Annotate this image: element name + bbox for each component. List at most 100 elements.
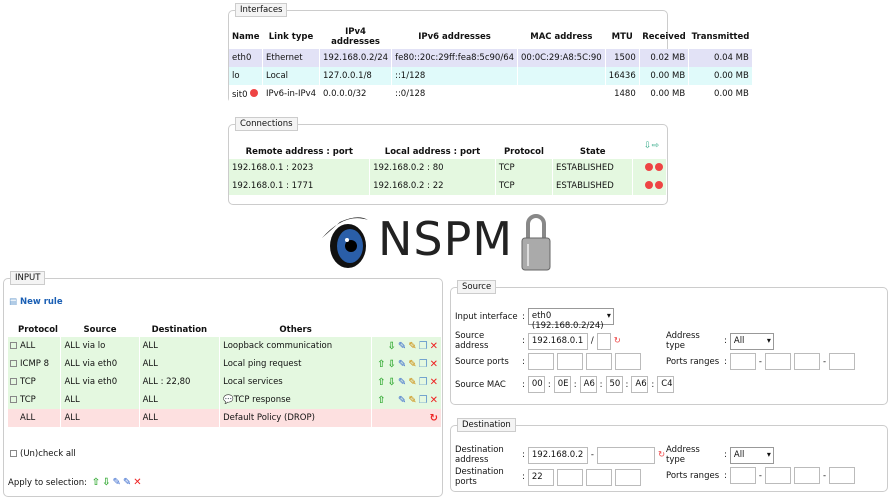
- interface-row[interactable]: lo Local 127.0.0.1/8::1/128 16436 0.00 MB 0.0…: [229, 67, 753, 85]
- move-up-icon[interactable]: ⇧: [92, 477, 100, 488]
- range-input[interactable]: [829, 353, 856, 370]
- delete-icon[interactable]: ✕: [133, 477, 141, 488]
- uncheck-all[interactable]: (Un)check all: [10, 449, 76, 459]
- move-up-icon[interactable]: ⇧: [377, 395, 385, 406]
- disable-icon[interactable]: ✎: [398, 377, 406, 388]
- source-port-input[interactable]: [585, 353, 612, 370]
- cell-text: ALL via eth0: [64, 377, 118, 387]
- kill-connection-icon[interactable]: [645, 180, 653, 189]
- rule-checkbox[interactable]: [10, 378, 17, 385]
- interface-row[interactable]: sit0 IPv6-in-IPv4 0.0.0.0/32::0/128 1480 0.0…: [229, 85, 753, 103]
- destination-mask-input[interactable]: [596, 446, 655, 464]
- connection-row[interactable]: 192.168.0.1 : 1771 192.168.0.2 : 22 TCP EST…: [229, 177, 667, 195]
- range-input[interactable]: [793, 353, 820, 370]
- mac-octet-input[interactable]: A6: [579, 376, 597, 393]
- delete-icon[interactable]: ✕: [430, 341, 438, 352]
- rule-cell: TCP: [8, 373, 62, 391]
- cell-text: ESTABLISHED: [555, 163, 614, 173]
- toggle-policy-icon[interactable]: ↻: [430, 413, 438, 424]
- source-mask-input[interactable]: [596, 332, 611, 350]
- disable-icon[interactable]: ✎: [398, 359, 406, 370]
- new-rule-icon: ▤: [9, 297, 18, 307]
- enable-icon[interactable]: ✎: [113, 477, 121, 488]
- rule-row[interactable]: TCPALLALL💬TCP response⇧⇩✎✎❐✕: [8, 391, 442, 409]
- range-input[interactable]: [793, 467, 820, 484]
- rule-row[interactable]: ALL ALL via lo ALL Loopback communication ⇧⇩…: [8, 337, 442, 355]
- new-rule-link[interactable]: ▤ New rule: [9, 297, 63, 307]
- uncheck-all-checkbox[interactable]: [10, 450, 17, 457]
- mac-octet-input[interactable]: A6: [631, 376, 649, 393]
- move-down-icon[interactable]: ⇩: [387, 341, 395, 352]
- kill-connection-icon[interactable]: [645, 162, 653, 171]
- edit-icon[interactable]: ✎: [408, 377, 416, 388]
- disable-icon[interactable]: ✎: [398, 395, 406, 406]
- rule-actions: ⇧⇩✎✎❐✕: [371, 355, 442, 373]
- edit-icon[interactable]: ✎: [408, 341, 416, 352]
- rule-cell: ALL: [8, 409, 62, 427]
- rule-row[interactable]: ALL ALL ALL Default Policy (DROP) ↻: [8, 409, 442, 427]
- rule-cell: TCP: [8, 391, 62, 409]
- range-input[interactable]: [764, 467, 791, 484]
- refresh-icons[interactable]: ⇩⇨: [644, 141, 659, 151]
- dash: -: [822, 356, 827, 367]
- disable-icon[interactable]: ✎: [123, 477, 131, 488]
- input-interface-select[interactable]: eth0 (192.168.0.2/24): [527, 308, 614, 331]
- mac-octet-input[interactable]: C4: [657, 376, 675, 393]
- cell-text: Local ping request: [223, 359, 302, 369]
- colon: :: [724, 470, 727, 481]
- delete-icon[interactable]: ✕: [430, 359, 438, 370]
- mac-octet-input[interactable]: 00: [527, 376, 545, 393]
- delete-icon[interactable]: ✕: [430, 377, 438, 388]
- source-port-input[interactable]: [614, 353, 641, 370]
- move-down-icon[interactable]: ⇩: [102, 477, 110, 488]
- copy-icon[interactable]: ❐: [419, 395, 428, 406]
- source-port-input[interactable]: [556, 353, 583, 370]
- destination-port-input[interactable]: [585, 468, 612, 486]
- mac-octet-input[interactable]: 0E: [553, 376, 571, 393]
- source-address-type-select[interactable]: All: [729, 332, 774, 350]
- mac-octet-input[interactable]: 50: [605, 376, 623, 393]
- destination-port-input[interactable]: [556, 468, 583, 486]
- move-up-icon[interactable]: ⇧: [377, 377, 385, 388]
- destination-port-input[interactable]: [614, 468, 641, 486]
- invert-icon[interactable]: ↻: [614, 336, 621, 346]
- delete-icon[interactable]: ✕: [430, 395, 438, 406]
- invert-icon[interactable]: ↻: [658, 450, 665, 460]
- cell-text: ESTABLISHED: [555, 181, 614, 191]
- destination-address-type-select[interactable]: All: [729, 446, 774, 464]
- block-connection-icon[interactable]: [655, 180, 663, 189]
- copy-icon[interactable]: ❐: [419, 341, 428, 352]
- source-address-input[interactable]: 192.168.0.1: [527, 332, 588, 350]
- range-input[interactable]: [764, 353, 791, 370]
- colon: :: [522, 336, 525, 346]
- connection-row[interactable]: 192.168.0.1 : 2023 192.168.0.2 : 80 TCP EST…: [229, 159, 667, 177]
- rule-checkbox[interactable]: [10, 396, 17, 403]
- interface-cell: ::1/128: [391, 67, 519, 85]
- col-state: State: [579, 147, 606, 157]
- rule-row[interactable]: TCP ALL via eth0 ALL : 22,80 Local services…: [8, 373, 442, 391]
- edit-icon[interactable]: ✎: [408, 359, 416, 370]
- range-input[interactable]: [729, 353, 756, 370]
- block-connection-icon[interactable]: [655, 162, 663, 171]
- edit-icon[interactable]: ✎: [408, 395, 416, 406]
- copy-icon[interactable]: ❐: [419, 377, 428, 388]
- destination-address-input[interactable]: 192.168.0.2: [527, 446, 588, 464]
- rule-checkbox[interactable]: [10, 360, 17, 367]
- range-input[interactable]: [829, 467, 856, 484]
- rule-checkbox[interactable]: [10, 342, 17, 349]
- range-input[interactable]: [729, 467, 756, 484]
- disable-icon[interactable]: ✎: [398, 341, 406, 352]
- move-down-icon[interactable]: ⇩: [387, 359, 395, 370]
- rule-row[interactable]: ICMP 8 ALL via eth0 ALL Local ping request ⇧…: [8, 355, 442, 373]
- colon: :: [599, 379, 603, 390]
- move-up-icon[interactable]: ⇧: [377, 359, 385, 370]
- rule-cell: ALL: [139, 355, 221, 373]
- source-port-input[interactable]: [527, 353, 554, 370]
- destination-port-input[interactable]: 22: [527, 468, 554, 486]
- interface-row[interactable]: eth0 Ethernet 192.168.0.2/24 fe80::20c:29ff…: [229, 49, 753, 67]
- copy-icon[interactable]: ❐: [419, 359, 428, 370]
- colon: :: [724, 450, 727, 460]
- move-down-icon[interactable]: ⇩: [387, 377, 395, 388]
- rule-cell: ALL: [139, 409, 221, 427]
- rule-cell: ALL : 22,80: [139, 373, 221, 391]
